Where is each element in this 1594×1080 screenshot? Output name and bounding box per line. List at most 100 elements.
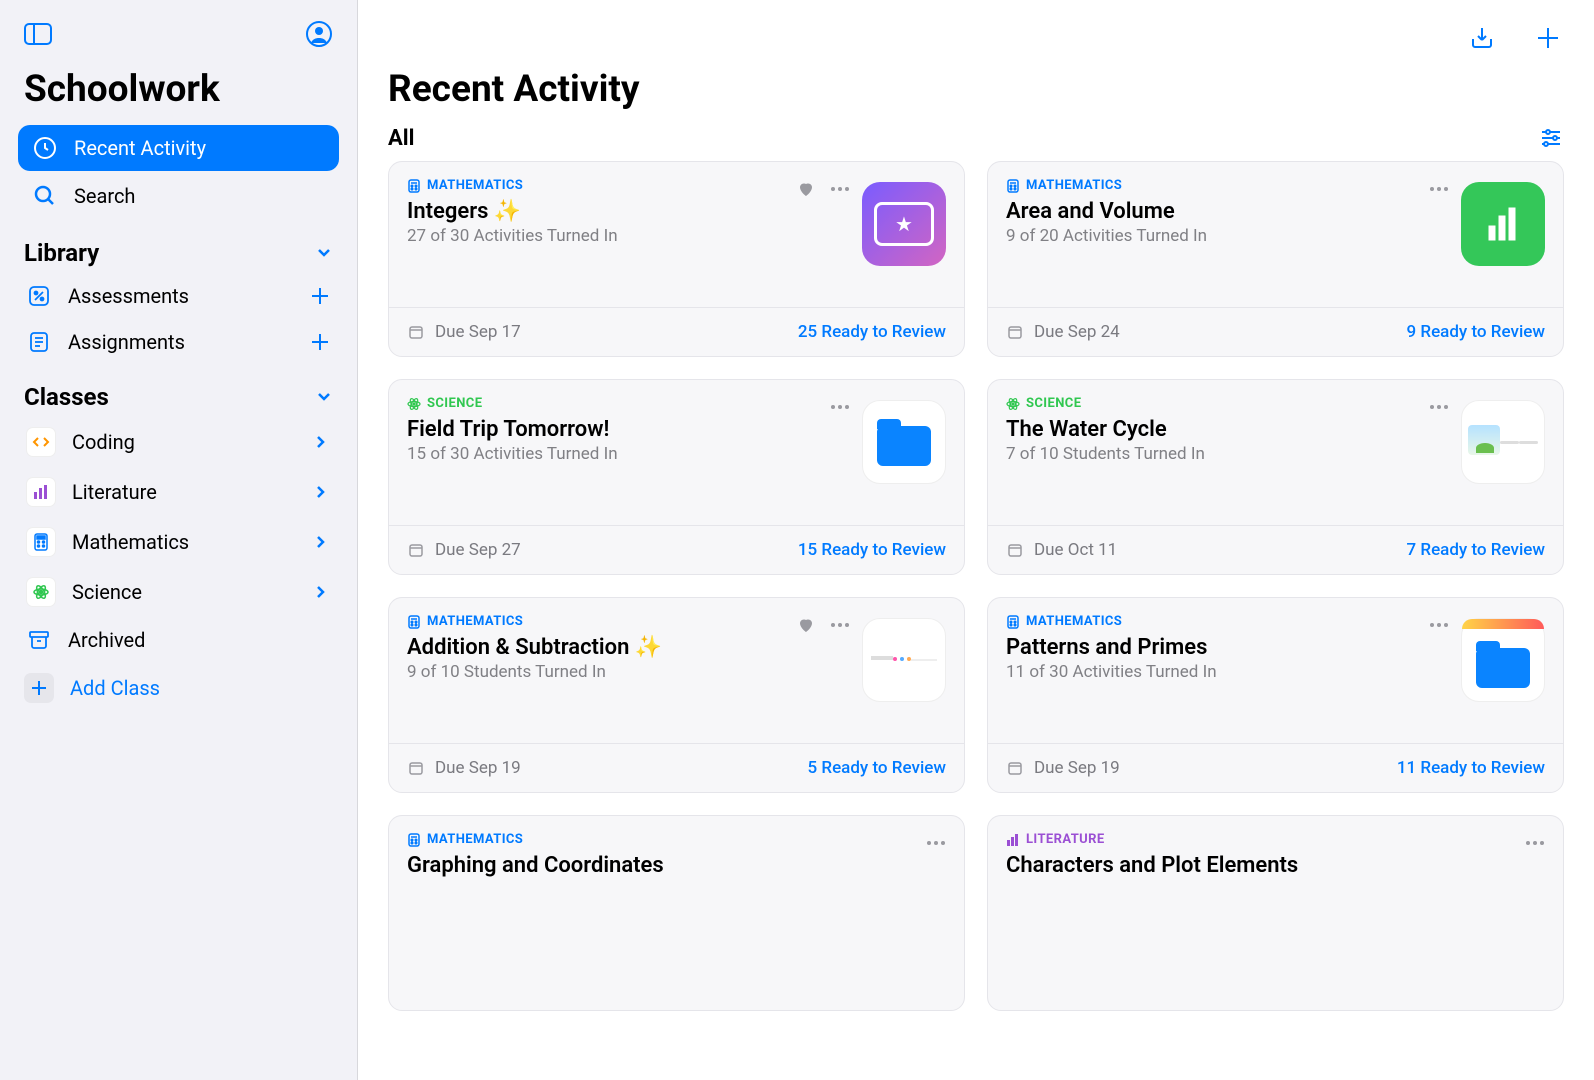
filter-row: All bbox=[358, 111, 1594, 161]
card-body: MATHEMATICS Addition & Subtraction ✨ 9 o… bbox=[389, 598, 964, 743]
classes-section-header[interactable]: Classes bbox=[18, 365, 339, 417]
chevron-right-icon bbox=[307, 529, 333, 555]
thumbnail-icon bbox=[1461, 400, 1545, 484]
add-assignment-button[interactable] bbox=[307, 329, 333, 355]
thumbnail-icon bbox=[862, 400, 946, 484]
sidebar-item-search[interactable]: Search bbox=[18, 173, 339, 219]
activity-card[interactable]: MATHEMATICS Graphing and Coordinates bbox=[388, 815, 965, 1011]
ready-to-review-link[interactable]: 25 Ready to Review bbox=[798, 322, 946, 342]
section-header-label: Library bbox=[24, 239, 99, 267]
card-subtitle: 9 of 20 Activities Turned In bbox=[1006, 226, 1449, 246]
calendar-icon bbox=[1006, 759, 1024, 777]
download-button[interactable] bbox=[1466, 22, 1498, 54]
class-item-label: Science bbox=[72, 580, 142, 604]
sidebar-toggle-icon[interactable] bbox=[22, 18, 54, 50]
subject-tag: MATHEMATICS bbox=[1006, 178, 1122, 193]
profile-icon[interactable] bbox=[303, 18, 335, 50]
add-class-label: Add Class bbox=[70, 676, 160, 700]
more-options-icon[interactable] bbox=[1429, 615, 1449, 635]
card-footer: Due Sep 19 5 Ready to Review bbox=[389, 743, 964, 792]
class-item-label: Coding bbox=[72, 430, 135, 454]
document-icon bbox=[26, 329, 52, 355]
clock-icon bbox=[32, 135, 58, 161]
class-item-mathematics[interactable]: Mathematics bbox=[18, 517, 339, 567]
chevron-right-icon bbox=[307, 429, 333, 455]
sidebar-item-recent-activity[interactable]: Recent Activity bbox=[18, 125, 339, 171]
ready-to-review-link[interactable]: 15 Ready to Review bbox=[798, 540, 946, 560]
filter-label[interactable]: All bbox=[388, 126, 414, 151]
activity-card[interactable]: MATHEMATICS Patterns and Primes 11 of 30… bbox=[987, 597, 1564, 793]
card-subtitle: 15 of 30 Activities Turned In bbox=[407, 444, 850, 464]
calendar-icon bbox=[407, 323, 425, 341]
heart-icon[interactable] bbox=[796, 179, 816, 199]
add-class-button[interactable]: Add Class bbox=[18, 663, 339, 713]
more-options-icon[interactable] bbox=[830, 397, 850, 417]
percent-icon bbox=[26, 283, 52, 309]
page-header: Recent Activity bbox=[358, 58, 1594, 111]
more-options-icon[interactable] bbox=[830, 615, 850, 635]
sidebar-item-label: Recent Activity bbox=[74, 136, 206, 160]
activity-card[interactable]: MATHEMATICS Integers ✨ 27 of 30 Activiti… bbox=[388, 161, 965, 357]
card-title: The Water Cycle bbox=[1006, 417, 1449, 442]
subject-tag: MATHEMATICS bbox=[407, 614, 523, 629]
library-section-header[interactable]: Library bbox=[18, 221, 339, 273]
more-options-icon[interactable] bbox=[1429, 397, 1449, 417]
sidebar: Schoolwork Recent Activity Search Librar… bbox=[0, 0, 358, 1080]
ready-to-review-link[interactable]: 5 Ready to Review bbox=[807, 758, 946, 778]
card-actions bbox=[1525, 833, 1545, 853]
more-options-icon[interactable] bbox=[1429, 179, 1449, 199]
card-actions bbox=[926, 833, 946, 853]
activity-card[interactable]: SCIENCE The Water Cycle 7 of 10 Students… bbox=[987, 379, 1564, 575]
class-item-science[interactable]: Science bbox=[18, 567, 339, 617]
more-options-icon[interactable] bbox=[830, 179, 850, 199]
card-footer: Due Sep 19 11 Ready to Review bbox=[988, 743, 1563, 792]
subject-icon bbox=[1006, 615, 1020, 629]
calendar-icon bbox=[407, 759, 425, 777]
heart-icon[interactable] bbox=[796, 615, 816, 635]
library-item-assessments[interactable]: Assessments bbox=[18, 273, 339, 319]
card-body: MATHEMATICS Patterns and Primes 11 of 30… bbox=[988, 598, 1563, 743]
add-assessment-button[interactable] bbox=[307, 283, 333, 309]
class-item-label: Archived bbox=[68, 628, 145, 652]
more-options-icon[interactable] bbox=[1525, 833, 1545, 853]
card-title: Area and Volume bbox=[1006, 199, 1449, 224]
code-icon bbox=[26, 427, 56, 457]
activity-card[interactable]: MATHEMATICS Area and Volume 9 of 20 Acti… bbox=[987, 161, 1564, 357]
bars-icon bbox=[26, 477, 56, 507]
thumbnail-icon bbox=[1461, 182, 1545, 266]
library-item-assignments[interactable]: Assignments bbox=[18, 319, 339, 365]
activity-card[interactable]: LITERATURE Characters and Plot Elements bbox=[987, 815, 1564, 1011]
calendar-icon bbox=[1006, 323, 1024, 341]
activity-card[interactable]: MATHEMATICS Addition & Subtraction ✨ 9 o… bbox=[388, 597, 965, 793]
card-actions bbox=[796, 179, 850, 199]
due-date: Due Sep 19 bbox=[407, 758, 521, 778]
class-item-literature[interactable]: Literature bbox=[18, 467, 339, 517]
class-item-coding[interactable]: Coding bbox=[18, 417, 339, 467]
atom-icon bbox=[26, 577, 56, 607]
more-options-icon[interactable] bbox=[926, 833, 946, 853]
add-button[interactable] bbox=[1532, 22, 1564, 54]
ready-to-review-link[interactable]: 9 Ready to Review bbox=[1406, 322, 1545, 342]
due-text: Due Sep 19 bbox=[1034, 758, 1120, 778]
due-date: Due Sep 24 bbox=[1006, 322, 1120, 342]
card-subtitle: 11 of 30 Activities Turned In bbox=[1006, 662, 1449, 682]
due-text: Due Sep 17 bbox=[435, 322, 521, 342]
ready-to-review-link[interactable]: 7 Ready to Review bbox=[1406, 540, 1545, 560]
card-title: Characters and Plot Elements bbox=[1006, 853, 1545, 878]
due-date: Due Sep 19 bbox=[1006, 758, 1120, 778]
filter-settings-icon[interactable] bbox=[1538, 125, 1564, 151]
due-text: Due Sep 27 bbox=[435, 540, 521, 560]
card-actions bbox=[1429, 397, 1449, 417]
ready-to-review-link[interactable]: 11 Ready to Review bbox=[1397, 758, 1545, 778]
subject-label: MATHEMATICS bbox=[427, 614, 523, 629]
subject-label: MATHEMATICS bbox=[427, 832, 523, 847]
activity-card[interactable]: SCIENCE Field Trip Tomorrow! 15 of 30 Ac… bbox=[388, 379, 965, 575]
card-body: SCIENCE The Water Cycle 7 of 10 Students… bbox=[988, 380, 1563, 525]
page-title: Recent Activity bbox=[388, 68, 1564, 111]
section-header-label: Classes bbox=[24, 383, 109, 411]
card-title: Field Trip Tomorrow! bbox=[407, 417, 850, 442]
subject-tag: LITERATURE bbox=[1006, 832, 1105, 847]
archive-icon bbox=[26, 627, 52, 653]
due-text: Due Oct 11 bbox=[1034, 540, 1117, 560]
class-item-archived[interactable]: Archived bbox=[18, 617, 339, 663]
